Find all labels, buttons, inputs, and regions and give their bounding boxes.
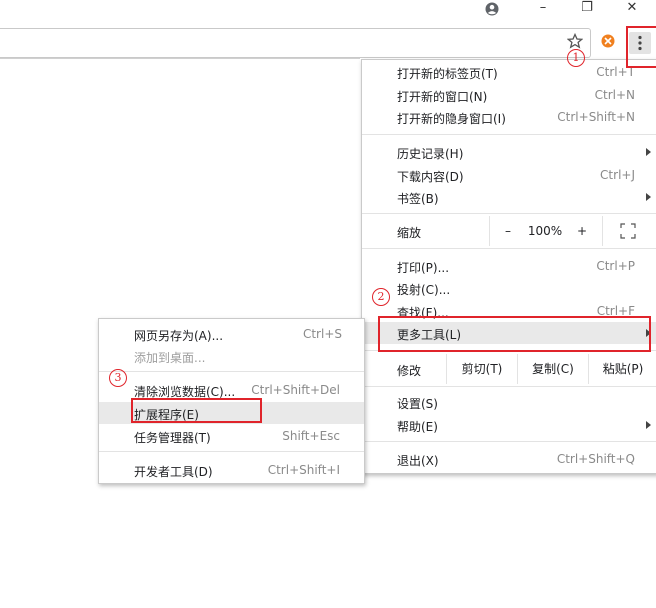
menu-item-label: 历史记录(H) bbox=[397, 147, 464, 161]
submenu-arrow-icon bbox=[646, 148, 651, 156]
extension-orange-icon[interactable] bbox=[599, 33, 617, 51]
main-menu: 打开新的标签页(T) Ctrl+T 打开新的窗口(N) Ctrl+N 打开新的隐… bbox=[361, 59, 656, 474]
submenu-arrow-icon bbox=[646, 193, 651, 201]
menu-item-label: 帮助(E) bbox=[397, 420, 438, 434]
menu-item-bookmarks[interactable]: 书签(B) bbox=[362, 186, 656, 208]
menu-separator bbox=[99, 371, 364, 372]
fullscreen-icon[interactable] bbox=[620, 223, 636, 239]
menu-item-shortcut: Ctrl+S bbox=[302, 327, 342, 341]
menu-item-cast[interactable]: 投射(C)... bbox=[362, 277, 656, 299]
cut-button[interactable]: 剪切(T) bbox=[447, 354, 517, 384]
annotation-box-extensions bbox=[131, 398, 262, 423]
menu-item-shortcut: Ctrl+Shift+Del bbox=[251, 383, 340, 397]
menu-item-label: 书签(B) bbox=[397, 192, 439, 206]
zoom-divider bbox=[602, 216, 603, 246]
step-marker-3: 3 bbox=[109, 369, 127, 387]
menu-item-label: 网页另存为(A)... bbox=[134, 329, 224, 343]
menu-item-label: 开发者工具(D) bbox=[134, 465, 213, 479]
zoom-in-button[interactable]: + bbox=[572, 216, 592, 246]
menu-item-shortcut: Ctrl+J bbox=[600, 168, 635, 182]
menu-item-new-incognito[interactable]: 打开新的隐身窗口(I) Ctrl+Shift+N bbox=[362, 106, 656, 128]
menu-item-exit[interactable]: 退出(X) Ctrl+Shift+Q bbox=[362, 448, 656, 470]
menu-item-label: 添加到桌面... bbox=[134, 351, 206, 365]
zoom-divider bbox=[489, 216, 490, 246]
annotation-box-more-tools bbox=[378, 316, 651, 352]
submenu-arrow-icon bbox=[646, 421, 651, 429]
menu-item-label: 打开新的标签页(T) bbox=[397, 67, 498, 81]
menu-item-new-tab[interactable]: 打开新的标签页(T) Ctrl+T bbox=[362, 61, 656, 83]
copy-button[interactable]: 复制(C) bbox=[518, 354, 588, 384]
menu-item-help[interactable]: 帮助(E) bbox=[362, 414, 656, 436]
menu-item-label: 设置(S) bbox=[397, 397, 438, 411]
menu-separator bbox=[362, 213, 656, 214]
paste-button[interactable]: 粘贴(P) bbox=[589, 354, 656, 384]
address-bar[interactable] bbox=[0, 28, 591, 58]
menu-separator bbox=[99, 451, 364, 452]
menu-item-shortcut: Ctrl+N bbox=[594, 88, 635, 102]
restore-button[interactable]: ❐ bbox=[572, 0, 602, 18]
menu-item-save-as[interactable]: 网页另存为(A)... Ctrl+S bbox=[99, 323, 364, 345]
step-marker-1: 1 bbox=[567, 49, 585, 67]
zoom-out-button[interactable]: – bbox=[498, 216, 518, 246]
menu-item-shortcut: Ctrl+P bbox=[596, 259, 635, 273]
zoom-label: 缩放 bbox=[397, 226, 422, 240]
menu-item-shortcut: Ctrl+Shift+I bbox=[267, 463, 340, 477]
menu-separator bbox=[362, 134, 656, 135]
menu-item-downloads[interactable]: 下载内容(D) Ctrl+J bbox=[362, 164, 656, 186]
menu-item-label: 打开新的隐身窗口(I) bbox=[397, 112, 506, 126]
minimize-button[interactable]: – bbox=[528, 0, 558, 18]
close-button[interactable]: ✕ bbox=[617, 0, 647, 18]
menu-item-task-manager[interactable]: 任务管理器(T) Shift+Esc bbox=[99, 425, 364, 447]
menu-separator bbox=[362, 441, 656, 442]
menu-item-shortcut: Ctrl+Shift+Q bbox=[556, 452, 635, 466]
menu-separator bbox=[362, 248, 656, 249]
edit-label: 修改 bbox=[397, 364, 422, 378]
toolbar-divider bbox=[0, 58, 360, 59]
menu-item-shortcut: Ctrl+Shift+N bbox=[557, 110, 635, 124]
menu-item-label: 投射(C)... bbox=[397, 283, 451, 297]
menu-item-settings[interactable]: 设置(S) bbox=[362, 391, 656, 413]
menu-item-dev-tools[interactable]: 开发者工具(D) Ctrl+Shift+I bbox=[99, 459, 364, 481]
zoom-level: 100% bbox=[527, 224, 563, 238]
menu-item-label: 任务管理器(T) bbox=[134, 431, 211, 445]
annotation-box-menu-button bbox=[626, 26, 656, 68]
menu-item-edit: 修改 剪切(T) 复制(C) 粘贴(P) bbox=[362, 354, 656, 384]
menu-item-add-to-desktop: 添加到桌面... bbox=[99, 345, 364, 367]
menu-item-label: 打印(P)... bbox=[397, 261, 450, 275]
account-circle-icon[interactable] bbox=[485, 2, 499, 16]
menu-item-history[interactable]: 历史记录(H) bbox=[362, 141, 656, 163]
menu-item-shortcut: Shift+Esc bbox=[282, 429, 340, 443]
menu-separator bbox=[362, 386, 656, 387]
menu-item-print[interactable]: 打印(P)... Ctrl+P bbox=[362, 255, 656, 277]
menu-item-new-window[interactable]: 打开新的窗口(N) Ctrl+N bbox=[362, 84, 656, 106]
step-marker-2: 2 bbox=[372, 288, 390, 306]
menu-item-label: 退出(X) bbox=[397, 454, 439, 468]
menu-item-label: 打开新的窗口(N) bbox=[397, 90, 488, 104]
menu-item-label: 下载内容(D) bbox=[397, 170, 464, 184]
title-bar: – ❐ ✕ bbox=[0, 0, 656, 22]
menu-item-zoom: 缩放 – 100% + bbox=[362, 216, 656, 246]
